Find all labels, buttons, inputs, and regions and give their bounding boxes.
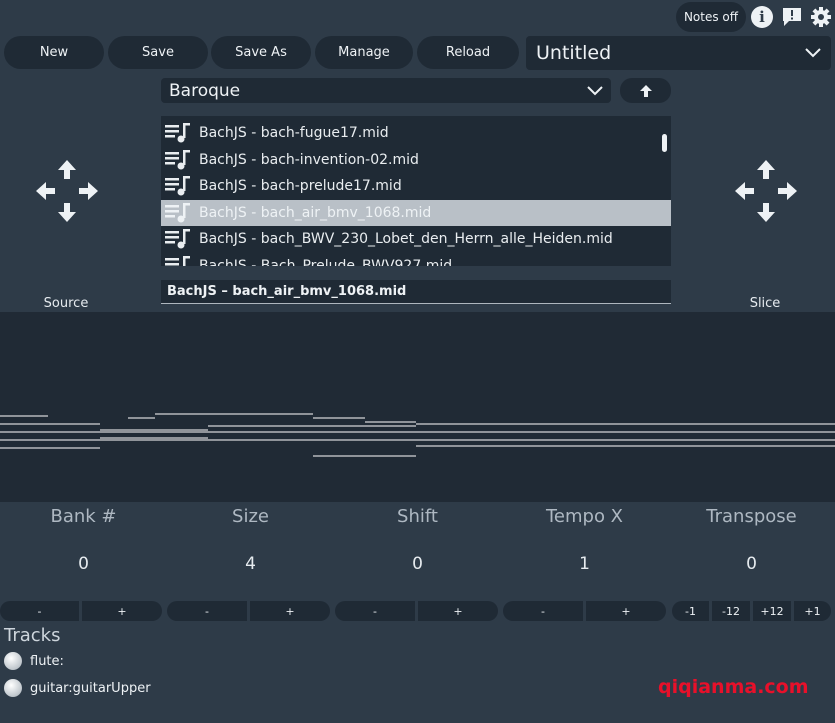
size-value: 4	[245, 554, 256, 574]
tempo-title: Tempo X	[545, 506, 624, 527]
tempo-value: 1	[579, 554, 590, 574]
chevron-down-icon	[805, 44, 821, 62]
watermark: qiqianma.com	[658, 676, 809, 698]
file-name: BachJS - Bach_Prelude_BWV927.mid	[199, 257, 453, 266]
info-icon[interactable]: i	[751, 6, 773, 28]
tempo-minus-button[interactable]: -	[503, 601, 583, 621]
transpose-title: Transpose	[706, 506, 797, 527]
shift-minus-button[interactable]: -	[335, 601, 415, 621]
source-move-icon[interactable]	[36, 160, 98, 226]
music-file-icon	[165, 255, 199, 266]
tracks-title: Tracks	[4, 625, 61, 646]
selected-file-field[interactable]: BachJS – bach_air_bmv_1068.mid	[161, 280, 671, 304]
folder-name: Baroque	[169, 80, 241, 101]
track-radio[interactable]	[4, 679, 22, 697]
shift-title: Shift	[397, 506, 438, 527]
music-file-icon	[165, 229, 199, 249]
file-name: BachJS - bach-fugue17.mid	[199, 125, 389, 142]
transpose-plus-12-button[interactable]: +12	[753, 601, 791, 621]
slice-move-icon[interactable]	[735, 160, 797, 226]
size-title: Size	[232, 506, 269, 527]
music-file-icon	[165, 202, 199, 223]
file-name: BachJS - bach_BWV_230_Lobet_den_Herrn_al…	[199, 231, 613, 248]
transpose-value: 0	[746, 554, 757, 574]
reload-button[interactable]: Reload	[417, 36, 519, 69]
file-name: BachJS - bach-prelude17.mid	[199, 178, 402, 195]
source-label: Source	[43, 296, 89, 311]
file-list-scrollbar[interactable]	[662, 134, 667, 152]
gear-icon[interactable]	[810, 6, 832, 28]
save-as-button[interactable]: Save As	[211, 36, 311, 69]
notes-off-toggle[interactable]: Notes off	[676, 2, 746, 32]
folder-up-button[interactable]	[620, 78, 671, 103]
slice-label: Slice	[749, 296, 781, 311]
file-item[interactable]: BachJS - bach-fugue17.mid	[161, 120, 671, 147]
file-item[interactable]: BachJS - bach-invention-02.mid	[161, 147, 671, 174]
project-name: Untitled	[536, 42, 612, 64]
new-button[interactable]: New	[4, 36, 104, 69]
bank-title: Bank #	[50, 506, 117, 527]
file-list[interactable]: BachJS - bach-fugue17.mid BachJS - bach-…	[161, 116, 671, 266]
track-item[interactable]: flute:	[4, 652, 64, 670]
music-file-icon	[165, 149, 199, 170]
save-button[interactable]: Save	[108, 36, 208, 69]
music-file-icon	[165, 123, 199, 143]
arrow-up-icon	[639, 84, 652, 97]
track-item[interactable]: guitar:guitarUpper	[4, 679, 151, 697]
file-item[interactable]: BachJS - bach-prelude17.mid	[161, 173, 671, 200]
track-name: flute:	[30, 653, 64, 669]
track-name: guitar:guitarUpper	[30, 680, 151, 696]
size-plus-button[interactable]: +	[250, 601, 330, 621]
music-file-icon	[165, 176, 199, 196]
shift-value: 0	[412, 554, 423, 574]
file-item[interactable]: BachJS - bach_BWV_230_Lobet_den_Herrn_al…	[161, 226, 671, 253]
track-radio[interactable]	[4, 652, 22, 670]
transpose-minus-12-button[interactable]: -12	[712, 601, 750, 621]
project-select[interactable]: Untitled	[526, 36, 831, 70]
piano-roll[interactable]	[0, 312, 835, 502]
feedback-icon[interactable]	[781, 6, 803, 28]
file-name: BachJS - bach-invention-02.mid	[199, 151, 419, 168]
tempo-plus-button[interactable]: +	[586, 601, 666, 621]
bank-value: 0	[78, 554, 89, 574]
transpose-minus-1-button[interactable]: -1	[672, 601, 709, 621]
file-name: BachJS - bach_air_bmv_1068.mid	[199, 204, 432, 221]
transpose-plus-1-button[interactable]: +1	[794, 601, 831, 621]
folder-select[interactable]: Baroque	[161, 78, 611, 103]
bank-plus-button[interactable]: +	[82, 601, 162, 621]
chevron-down-icon	[587, 82, 603, 100]
bank-minus-button[interactable]: -	[0, 601, 79, 621]
shift-plus-button[interactable]: +	[418, 601, 498, 621]
note-lines	[0, 413, 835, 457]
file-item[interactable]: BachJS - Bach_Prelude_BWV927.mid	[161, 253, 671, 266]
file-item-selected[interactable]: BachJS - bach_air_bmv_1068.mid	[161, 199, 671, 226]
size-minus-button[interactable]: -	[167, 601, 247, 621]
manage-button[interactable]: Manage	[315, 36, 413, 69]
